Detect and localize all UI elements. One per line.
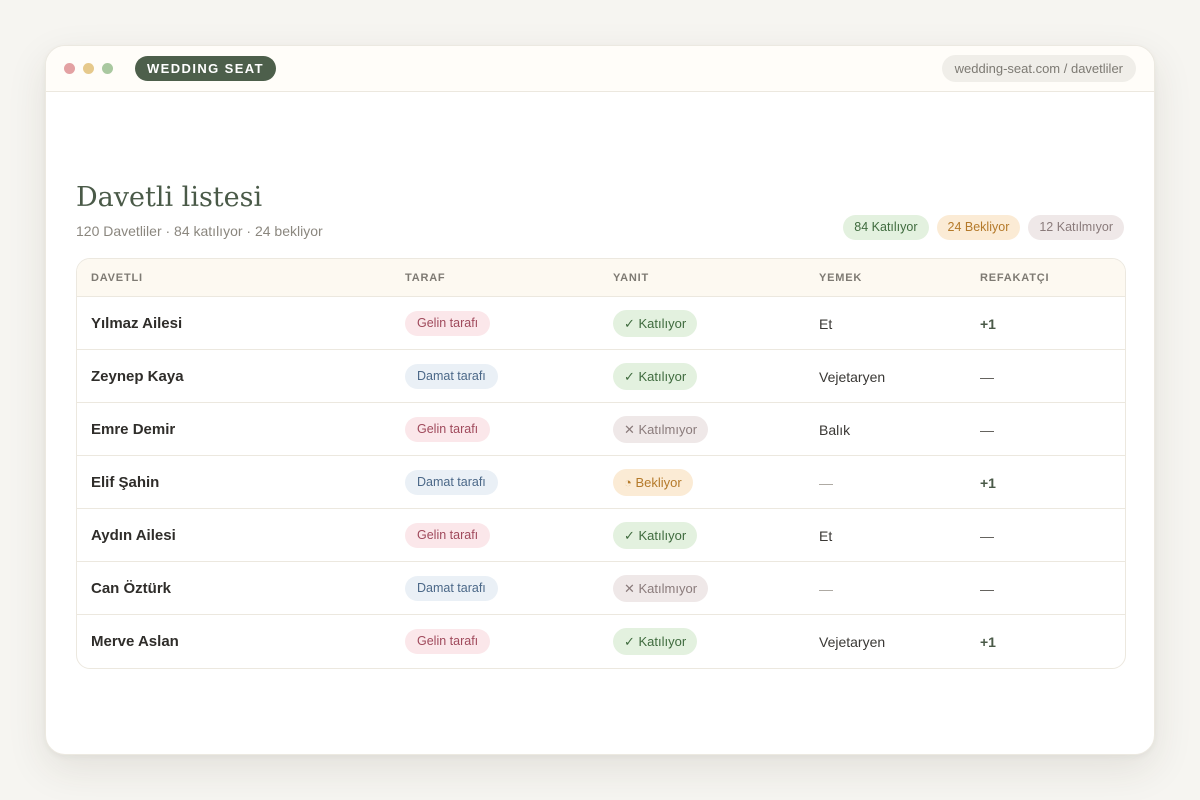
side-tag: Gelin tarafı	[405, 417, 491, 442]
reply-status-badge[interactable]: ✕ Katılmıyor	[613, 575, 709, 602]
guest-cell: Elif Şahin	[91, 456, 159, 509]
companion-value: —	[980, 527, 994, 544]
table-row[interactable]: Merve Aslan Gelin tarafı ✓ Katılıyor Vejeta…	[77, 615, 1125, 668]
reply-cell: ✓ Katılıyor	[613, 615, 698, 668]
meal-value: Balık	[819, 421, 851, 438]
companion-cell: —	[980, 509, 994, 562]
table-row[interactable]: Yılmaz Ailesi Gelin tarafı ✓ Katılıyor Et +1	[77, 297, 1125, 350]
side-cell: Gelin tarafı	[405, 297, 491, 350]
side-cell: Damat tarafı	[405, 350, 498, 403]
table-header: DAVETLI TARAF YANIT YEMEK REFAKATÇI	[77, 259, 1125, 297]
guest-cell: Emre Demir	[91, 403, 175, 456]
reply-status-badge[interactable]: ◔ Bekliyor	[613, 469, 693, 496]
column-header-reply[interactable]: YANIT	[613, 259, 649, 297]
meal-cell: Et	[819, 297, 832, 350]
side-cell: Damat tarafı	[405, 456, 498, 509]
meal-value: Vejetaryen	[819, 368, 886, 385]
attending-count-badge[interactable]: 84 Katılıyor	[843, 215, 929, 240]
side-cell: Gelin tarafı	[405, 615, 491, 668]
column-header-meal[interactable]: YEMEK	[819, 259, 862, 297]
companion-cell: +1	[980, 615, 996, 668]
side-cell: Damat tarafı	[405, 562, 498, 615]
reply-status-badge[interactable]: ✓ Katılıyor	[613, 310, 698, 337]
meal-cell: Balık	[819, 403, 850, 456]
page-title: Davetli listesi	[76, 182, 263, 213]
guest-cell: Merve Aslan	[91, 615, 179, 668]
reply-cell: ✓ Katılıyor	[613, 509, 698, 562]
guest-cell: Yılmaz Ailesi	[91, 297, 182, 350]
meal-cell: Et	[819, 509, 832, 562]
companion-value: —	[980, 368, 994, 385]
column-header-side[interactable]: TARAF	[405, 259, 445, 297]
side-tag: Gelin tarafı	[405, 629, 491, 654]
reply-cell: ✕ Katılmıyor	[613, 403, 709, 456]
meal-cell: Vejetaryen	[819, 350, 885, 403]
guest-cell: Can Öztürk	[91, 562, 171, 615]
table-row[interactable]: Can Öztürk Damat tarafı ✕ Katılmıyor — —	[77, 562, 1125, 615]
companion-value: +1	[980, 315, 996, 332]
meal-cell: Vejetaryen	[819, 615, 885, 668]
guest-name[interactable]: Emre Demir	[91, 421, 175, 438]
companion-value: —	[980, 421, 994, 438]
meal-value: —	[819, 474, 833, 491]
guest-table: DAVETLI TARAF YANIT YEMEK REFAKATÇI Yılm…	[76, 258, 1126, 669]
companion-cell: —	[980, 403, 994, 456]
reply-status-badge[interactable]: ✕ Katılmıyor	[613, 416, 709, 443]
reply-cell: ◔ Bekliyor	[613, 456, 693, 509]
pending-count-badge[interactable]: 24 Bekliyor	[936, 215, 1021, 240]
guest-name[interactable]: Zeynep Kaya	[91, 368, 184, 385]
title-bar: WEDDING SEAT wedding-seat.com / davetlil…	[46, 46, 1154, 92]
summary-badges: 84 Katılıyor 24 Bekliyor 12 Katılmıyor	[843, 215, 1124, 240]
guest-name[interactable]: Aydın Ailesi	[91, 527, 176, 544]
column-header-companion[interactable]: REFAKATÇI	[980, 259, 1049, 297]
companion-cell: +1	[980, 456, 996, 509]
minimize-window-button[interactable]	[83, 63, 94, 74]
side-tag: Gelin tarafı	[405, 311, 491, 336]
meal-value: Et	[819, 315, 833, 332]
reply-cell: ✓ Katılıyor	[613, 350, 698, 403]
meal-cell: —	[819, 562, 833, 615]
guest-name[interactable]: Elif Şahin	[91, 474, 159, 491]
guest-name[interactable]: Can Öztürk	[91, 580, 171, 597]
meal-value: Vejetaryen	[819, 633, 886, 650]
declined-count-badge[interactable]: 12 Katılmıyor	[1028, 215, 1124, 240]
table-row[interactable]: Elif Şahin Damat tarafı ◔ Bekliyor — +1	[77, 456, 1125, 509]
reply-cell: ✓ Katılıyor	[613, 297, 698, 350]
table-body: Yılmaz Ailesi Gelin tarafı ✓ Katılıyor Et +1…	[77, 297, 1125, 668]
side-tag: Damat tarafı	[405, 470, 498, 495]
table-row[interactable]: Aydın Ailesi Gelin tarafı ✓ Katılıyor Et —	[77, 509, 1125, 562]
guest-name[interactable]: Yılmaz Ailesi	[91, 315, 182, 332]
companion-value: —	[980, 580, 994, 597]
meal-value: Et	[819, 527, 833, 544]
maximize-window-button[interactable]	[102, 63, 113, 74]
table-row[interactable]: Emre Demir Gelin tarafı ✕ Katılmıyor Balık —	[77, 403, 1125, 456]
reply-status-badge[interactable]: ✓ Katılıyor	[613, 522, 698, 549]
side-cell: Gelin tarafı	[405, 403, 491, 456]
reply-status-badge[interactable]: ✓ Katılıyor	[613, 363, 698, 390]
guest-cell: Zeynep Kaya	[91, 350, 184, 403]
guest-name[interactable]: Merve Aslan	[91, 633, 179, 650]
companion-value: +1	[980, 474, 996, 491]
side-tag: Damat tarafı	[405, 364, 498, 389]
companion-cell: —	[980, 350, 994, 403]
app-window: WEDDING SEAT wedding-seat.com / davetlil…	[45, 45, 1155, 755]
meal-cell: —	[819, 456, 833, 509]
close-window-button[interactable]	[64, 63, 75, 74]
column-header-guest[interactable]: DAVETLI	[91, 259, 143, 297]
companion-cell: +1	[980, 297, 996, 350]
page-subtitle: 120 Davetliler · 84 katılıyor · 24 bekli…	[76, 223, 323, 239]
brand-logo[interactable]: WEDDING SEAT	[135, 56, 276, 81]
reply-cell: ✕ Katılmıyor	[613, 562, 709, 615]
companion-cell: —	[980, 562, 994, 615]
guest-cell: Aydın Ailesi	[91, 509, 176, 562]
side-tag: Gelin tarafı	[405, 523, 491, 548]
side-cell: Gelin tarafı	[405, 509, 491, 562]
companion-value: +1	[980, 633, 996, 650]
reply-status-badge[interactable]: ✓ Katılıyor	[613, 628, 698, 655]
side-tag: Damat tarafı	[405, 576, 498, 601]
table-row[interactable]: Zeynep Kaya Damat tarafı ✓ Katılıyor Vejeta…	[77, 350, 1125, 403]
meal-value: —	[819, 580, 833, 597]
url-bar[interactable]: wedding-seat.com / davetliler	[941, 55, 1136, 82]
